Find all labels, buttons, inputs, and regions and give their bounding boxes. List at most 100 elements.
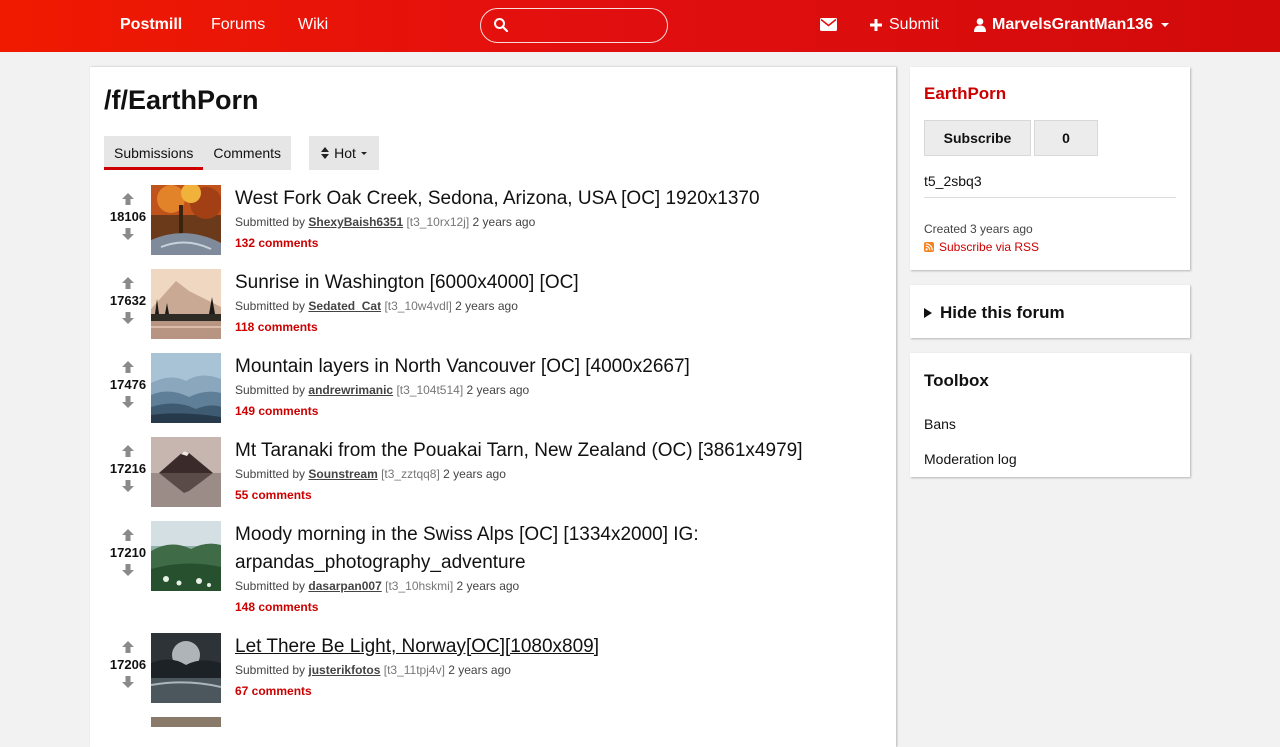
author-link[interactable]: justerikfotos xyxy=(308,663,380,677)
rss-link[interactable]: Subscribe via RSS xyxy=(924,240,1039,254)
submission-entry: Mountain layers in North Vancouver [OC] … xyxy=(235,353,835,420)
upvote-arrow-icon[interactable] xyxy=(121,192,135,206)
submission-entry: Sunrise in Washington [6000x4000] [OC] S… xyxy=(235,269,835,336)
downvote-arrow-icon[interactable] xyxy=(121,311,135,325)
author-link[interactable]: dasarpan007 xyxy=(308,579,381,593)
submission-meta: Submitted by dasarpan007 [t3_10hskmi] 2 … xyxy=(235,579,835,593)
upvote-arrow-icon[interactable] xyxy=(121,444,135,458)
submission-age: 2 years ago xyxy=(472,215,536,229)
submission-thumbnail[interactable] xyxy=(151,269,221,339)
main-panel: /f/EarthPorn Submissions Comments Hot 18… xyxy=(90,67,896,747)
forum-info-card: EarthPorn Subscribe 0 t5_2sbq3 Created 3… xyxy=(910,67,1190,270)
submitted-by-label: Submitted by xyxy=(235,299,306,313)
vote-score: 18106 xyxy=(109,209,147,224)
author-link[interactable]: andrewrimanic xyxy=(308,383,393,397)
submission-title[interactable]: Mt Taranaki from the Pouakai Tarn, New Z… xyxy=(235,437,835,465)
bans-link[interactable]: Bans xyxy=(924,416,956,432)
upvote-arrow-icon[interactable] xyxy=(121,640,135,654)
submission-id: [t3_104t514] xyxy=(396,383,464,397)
author-link[interactable]: Sounstream xyxy=(308,467,377,481)
rss-icon xyxy=(924,242,934,252)
submission-thumbnail[interactable] xyxy=(151,353,221,423)
mountain-layers-image xyxy=(151,353,221,423)
forum-id: t5_2sbq3 xyxy=(924,173,982,189)
downvote-arrow-icon[interactable] xyxy=(121,563,135,577)
submitted-by-label: Submitted by xyxy=(235,663,306,677)
submission-title[interactable]: Mountain layers in North Vancouver [OC] … xyxy=(235,353,835,381)
brand-link[interactable]: Postmill xyxy=(120,16,182,34)
submission-meta: Submitted by Sounstream [t3_zztqq8] 2 ye… xyxy=(235,467,835,481)
tab-submissions[interactable]: Submissions xyxy=(104,136,204,170)
hide-forum-toggle[interactable]: Hide this forum xyxy=(924,303,1065,323)
nav-wiki-link[interactable]: Wiki xyxy=(298,16,328,34)
comments-link[interactable]: 149 comments xyxy=(235,404,318,418)
forum-name-link[interactable]: EarthPorn xyxy=(924,84,1006,104)
vote-score: 17216 xyxy=(109,461,147,476)
rss-label: Subscribe via RSS xyxy=(939,240,1040,254)
comments-link[interactable]: 67 comments xyxy=(235,684,312,698)
upvote-arrow-icon[interactable] xyxy=(121,360,135,374)
nav-forums-link[interactable]: Forums xyxy=(211,16,265,34)
user-icon xyxy=(974,18,986,32)
submission-age: 2 years ago xyxy=(448,663,511,677)
submitted-by-label: Submitted by xyxy=(235,579,306,593)
submission-thumbnail[interactable] xyxy=(151,521,221,591)
submission-entry: Let There Be Light, Norway[OC][1080x809]… xyxy=(235,633,835,700)
author-link[interactable]: ShexyBaish6351 xyxy=(308,215,403,229)
submission-title[interactable]: West Fork Oak Creek, Sedona, Arizona, US… xyxy=(235,185,835,213)
comments-link[interactable]: 118 comments xyxy=(235,320,318,334)
submission-id: [t3_10w4vdl] xyxy=(384,299,452,313)
sort-label: Hot xyxy=(334,145,356,161)
comments-link[interactable]: 148 comments xyxy=(235,600,318,614)
tab-comments[interactable]: Comments xyxy=(203,136,291,170)
submission-thumbnail xyxy=(151,717,221,727)
hide-forum-label: Hide this forum xyxy=(940,303,1065,322)
sort-dropdown[interactable]: Hot xyxy=(309,136,379,170)
submission-thumbnail[interactable] xyxy=(151,185,221,255)
plus-icon xyxy=(870,19,882,31)
downvote-arrow-icon[interactable] xyxy=(121,479,135,493)
subscribe-button[interactable]: Subscribe xyxy=(924,120,1031,156)
submission-meta: Submitted by justerikfotos [t3_11tpj4v] … xyxy=(235,663,835,677)
search-input[interactable] xyxy=(515,14,659,38)
volcano-reflection-image xyxy=(151,437,221,507)
hide-forum-card: Hide this forum xyxy=(910,285,1190,338)
downvote-arrow-icon[interactable] xyxy=(121,675,135,689)
vote-box: 17476 xyxy=(104,360,152,409)
submission-thumbnail[interactable] xyxy=(151,633,221,703)
author-link[interactable]: Sedated_Cat xyxy=(308,299,381,313)
submission-title[interactable]: Sunrise in Washington [6000x4000] [OC] xyxy=(235,269,835,297)
submitted-by-label: Submitted by xyxy=(235,215,306,229)
envelope-icon[interactable] xyxy=(820,18,837,31)
submission-thumbnail[interactable] xyxy=(151,437,221,507)
downvote-arrow-icon[interactable] xyxy=(121,395,135,409)
vote-score: 17632 xyxy=(109,293,147,308)
search-box[interactable] xyxy=(480,8,668,43)
vote-box: 17632 xyxy=(104,276,152,325)
sunrise-mountain-image xyxy=(151,269,221,339)
submission-title[interactable]: Let There Be Light, Norway[OC][1080x809] xyxy=(235,633,835,661)
submission-entry: Mt Taranaki from the Pouakai Tarn, New Z… xyxy=(235,437,835,504)
subscriber-count: 0 xyxy=(1034,120,1098,156)
submission-entry: West Fork Oak Creek, Sedona, Arizona, US… xyxy=(235,185,835,252)
submitted-by-label: Submitted by xyxy=(235,467,306,481)
user-menu[interactable]: MarvelsGrantMan136 xyxy=(974,16,1169,34)
submission-id: [t3_10hskmi] xyxy=(385,579,454,593)
submission-entry: Moody morning in the Swiss Alps [OC] [13… xyxy=(235,521,835,616)
comments-link[interactable]: 132 comments xyxy=(235,236,318,250)
submit-link[interactable]: Submit xyxy=(870,16,939,34)
upvote-arrow-icon[interactable] xyxy=(121,528,135,542)
submission-age: 2 years ago xyxy=(466,383,530,397)
top-navbar: Postmill Forums Wiki Submit MarvelsGrant… xyxy=(0,0,1280,52)
vote-box: 17216 xyxy=(104,444,152,493)
upvote-arrow-icon[interactable] xyxy=(121,276,135,290)
chevron-down-icon xyxy=(360,151,367,155)
vote-box: 17206 xyxy=(104,640,152,689)
moderation-log-link[interactable]: Moderation log xyxy=(924,451,1017,467)
comments-link[interactable]: 55 comments xyxy=(235,488,312,502)
submission-title[interactable]: Moody morning in the Swiss Alps [OC] [13… xyxy=(235,521,835,577)
view-tabs: Submissions Comments xyxy=(104,136,292,170)
downvote-arrow-icon[interactable] xyxy=(121,227,135,241)
triangle-right-icon xyxy=(924,308,932,318)
submission-age: 2 years ago xyxy=(456,579,520,593)
